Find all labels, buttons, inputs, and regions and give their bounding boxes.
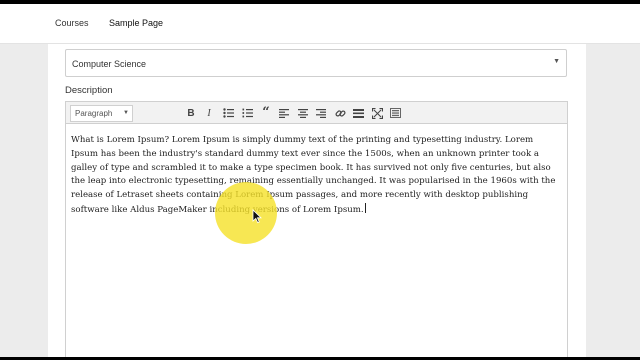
blockquote-button[interactable]: “ [257,104,275,122]
numbered-list-button[interactable] [238,104,256,122]
editor-toolbar: Paragraph ▼ B I “ [65,101,568,124]
bullet-list-icon [222,108,234,118]
link-icon [334,109,346,117]
editor-content[interactable]: What is Lorem Ipsum? Lorem Ipsum is simp… [71,134,561,218]
fullscreen-icon [371,107,383,119]
toolbar-toggle-button[interactable] [386,104,404,122]
link-button[interactable] [331,104,349,122]
form-panel: Computer Science ▼ Description Paragraph… [48,44,586,358]
format-select-value: Paragraph [75,109,113,118]
main-content: Computer Science ▼ Description Paragraph… [0,44,640,358]
description-editor[interactable]: What is Lorem Ipsum? Lorem Ipsum is simp… [65,123,568,358]
caret-down-icon: ▼ [123,110,129,116]
category-select-value: Computer Science [72,59,147,69]
align-right-button[interactable] [312,104,330,122]
text-cursor [364,202,366,213]
bold-button[interactable]: B [182,104,200,122]
blockquote-icon: “ [262,105,270,120]
bullet-list-button[interactable] [219,104,237,122]
align-center-icon [298,108,308,118]
nav-link-courses[interactable]: Courses [55,18,89,28]
horizontal-line-button[interactable] [349,104,367,122]
numbered-list-icon [242,108,253,118]
top-navigation: Courses Sample Page [0,4,640,44]
toolbar-toggle-icon [389,108,401,118]
italic-button[interactable]: I [200,104,218,122]
align-left-button[interactable] [275,104,293,122]
nav-link-sample-page[interactable]: Sample Page [109,18,163,28]
description-label: Description [65,85,113,96]
italic-icon: I [207,107,211,119]
fullscreen-button[interactable] [368,104,386,122]
format-select[interactable]: Paragraph ▼ [70,105,133,122]
editor-paragraph: What is Lorem Ipsum? Lorem Ipsum is simp… [71,135,556,215]
bold-icon: B [187,107,195,119]
align-center-button[interactable] [294,104,312,122]
horizontal-line-icon [352,108,364,118]
align-left-icon [279,108,289,118]
caret-down-icon: ▼ [553,58,560,65]
category-select[interactable]: Computer Science ▼ [65,49,567,77]
align-right-icon [316,108,326,118]
